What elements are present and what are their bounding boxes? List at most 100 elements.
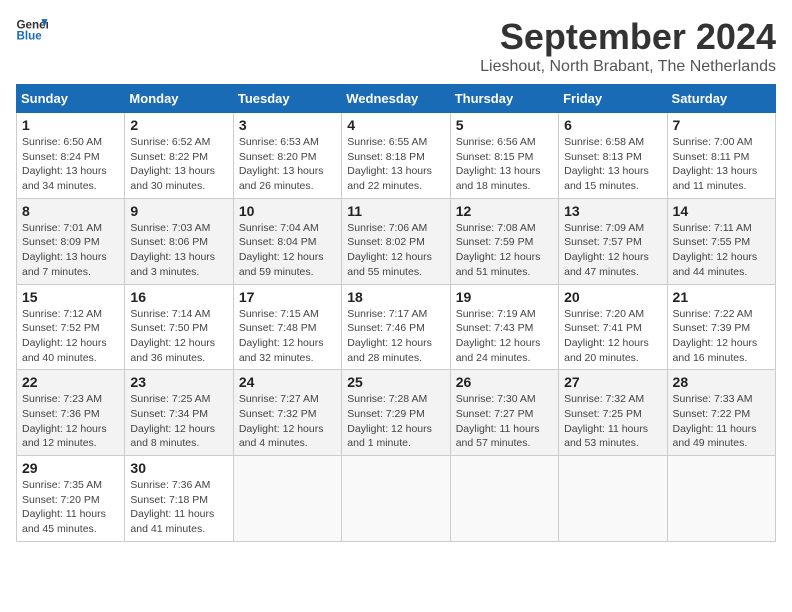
calendar-cell: 2Sunrise: 6:52 AMSunset: 8:22 PMDaylight…	[125, 113, 233, 199]
day-info: Sunrise: 7:08 AMSunset: 7:59 PMDaylight:…	[456, 221, 553, 280]
calendar-cell: 29Sunrise: 7:35 AMSunset: 7:20 PMDayligh…	[17, 456, 125, 542]
logo: General Blue	[16, 16, 48, 44]
day-number: 20	[564, 289, 661, 305]
day-number: 12	[456, 203, 553, 219]
day-number: 9	[130, 203, 227, 219]
svg-text:Blue: Blue	[16, 29, 42, 42]
day-info: Sunrise: 7:36 AMSunset: 7:18 PMDaylight:…	[130, 478, 227, 537]
day-number: 10	[239, 203, 336, 219]
calendar-cell: 18 Sunrise: 7:17 AMSunset: 7:46 PMDayligh…	[342, 284, 450, 370]
calendar-week-1: 1 Sunrise: 6:50 AMSunset: 8:24 PMDaylight…	[17, 113, 776, 199]
logo-icon: General Blue	[16, 16, 48, 44]
day-number: 25	[347, 374, 444, 390]
calendar-cell: 12 Sunrise: 7:08 AMSunset: 7:59 PMDayligh…	[450, 198, 558, 284]
day-info: Sunrise: 6:53 AMSunset: 8:20 PMDaylight:…	[239, 135, 336, 194]
location-title: Lieshout, North Brabant, The Netherlands	[480, 58, 776, 76]
day-number: 26	[456, 374, 553, 390]
day-info: Sunrise: 7:06 AMSunset: 8:02 PMDaylight:…	[347, 221, 444, 280]
calendar-cell	[667, 456, 775, 542]
day-number: 8	[22, 203, 119, 219]
day-number: 29	[22, 460, 119, 476]
day-number: 1	[22, 117, 119, 133]
weekday-header-thursday: Thursday	[450, 85, 558, 113]
day-number: 2	[130, 117, 227, 133]
calendar-cell: 6 Sunrise: 6:58 AMSunset: 8:13 PMDaylight…	[559, 113, 667, 199]
weekday-header-sunday: Sunday	[17, 85, 125, 113]
calendar-cell: 11 Sunrise: 7:06 AMSunset: 8:02 PMDayligh…	[342, 198, 450, 284]
day-info: Sunrise: 6:58 AMSunset: 8:13 PMDaylight:…	[564, 135, 661, 194]
calendar-cell: 10 Sunrise: 7:04 AMSunset: 8:04 PMDayligh…	[233, 198, 341, 284]
day-info: Sunrise: 7:00 AMSunset: 8:11 PMDaylight:…	[673, 135, 770, 194]
calendar-cell	[342, 456, 450, 542]
calendar-cell: 16Sunrise: 7:14 AMSunset: 7:50 PMDayligh…	[125, 284, 233, 370]
day-number: 18	[347, 289, 444, 305]
calendar-cell	[559, 456, 667, 542]
day-info: Sunrise: 7:03 AMSunset: 8:06 PMDaylight:…	[130, 221, 227, 280]
day-info: Sunrise: 7:27 AMSunset: 7:32 PMDaylight:…	[239, 392, 336, 451]
calendar-cell: 7Sunrise: 7:00 AMSunset: 8:11 PMDaylight…	[667, 113, 775, 199]
day-number: 19	[456, 289, 553, 305]
day-info: Sunrise: 7:25 AMSunset: 7:34 PMDaylight:…	[130, 392, 227, 451]
day-number: 28	[673, 374, 770, 390]
calendar-cell: 24 Sunrise: 7:27 AMSunset: 7:32 PMDayligh…	[233, 370, 341, 456]
calendar-cell: 19 Sunrise: 7:19 AMSunset: 7:43 PMDayligh…	[450, 284, 558, 370]
calendar-cell: 17 Sunrise: 7:15 AMSunset: 7:48 PMDayligh…	[233, 284, 341, 370]
calendar-cell: 9 Sunrise: 7:03 AMSunset: 8:06 PMDaylight…	[125, 198, 233, 284]
day-info: Sunrise: 7:20 AMSunset: 7:41 PMDaylight:…	[564, 307, 661, 366]
calendar-cell	[233, 456, 341, 542]
day-number: 6	[564, 117, 661, 133]
day-number: 3	[239, 117, 336, 133]
day-number: 15	[22, 289, 119, 305]
calendar-cell: 30 Sunrise: 7:36 AMSunset: 7:18 PMDayligh…	[125, 456, 233, 542]
day-number: 5	[456, 117, 553, 133]
calendar-week-4: 22Sunrise: 7:23 AMSunset: 7:36 PMDayligh…	[17, 370, 776, 456]
calendar-cell: 26 Sunrise: 7:30 AMSunset: 7:27 PMDayligh…	[450, 370, 558, 456]
day-number: 16	[130, 289, 227, 305]
calendar-cell: 5 Sunrise: 6:56 AMSunset: 8:15 PMDaylight…	[450, 113, 558, 199]
calendar-cell: 20 Sunrise: 7:20 AMSunset: 7:41 PMDayligh…	[559, 284, 667, 370]
calendar-cell: 27 Sunrise: 7:32 AMSunset: 7:25 PMDayligh…	[559, 370, 667, 456]
calendar-cell: 23Sunrise: 7:25 AMSunset: 7:34 PMDayligh…	[125, 370, 233, 456]
calendar-cell: 22Sunrise: 7:23 AMSunset: 7:36 PMDayligh…	[17, 370, 125, 456]
day-info: Sunrise: 6:55 AMSunset: 8:18 PMDaylight:…	[347, 135, 444, 194]
day-info: Sunrise: 6:56 AMSunset: 8:15 PMDaylight:…	[456, 135, 553, 194]
calendar-week-3: 15 Sunrise: 7:12 AMSunset: 7:52 PMDayligh…	[17, 284, 776, 370]
day-number: 14	[673, 203, 770, 219]
day-info: Sunrise: 7:32 AMSunset: 7:25 PMDaylight:…	[564, 392, 661, 451]
calendar-cell: 25 Sunrise: 7:28 AMSunset: 7:29 PMDayligh…	[342, 370, 450, 456]
day-info: Sunrise: 7:09 AMSunset: 7:57 PMDaylight:…	[564, 221, 661, 280]
calendar-cell: 4 Sunrise: 6:55 AMSunset: 8:18 PMDaylight…	[342, 113, 450, 199]
weekday-header-friday: Friday	[559, 85, 667, 113]
day-info: Sunrise: 7:12 AMSunset: 7:52 PMDaylight:…	[22, 307, 119, 366]
day-info: Sunrise: 7:04 AMSunset: 8:04 PMDaylight:…	[239, 221, 336, 280]
day-info: Sunrise: 7:11 AMSunset: 7:55 PMDaylight:…	[673, 221, 770, 280]
day-number: 13	[564, 203, 661, 219]
day-info: Sunrise: 6:50 AMSunset: 8:24 PMDaylight:…	[22, 135, 119, 194]
day-number: 4	[347, 117, 444, 133]
day-info: Sunrise: 7:15 AMSunset: 7:48 PMDaylight:…	[239, 307, 336, 366]
day-info: Sunrise: 7:22 AMSunset: 7:39 PMDaylight:…	[673, 307, 770, 366]
calendar-week-5: 29Sunrise: 7:35 AMSunset: 7:20 PMDayligh…	[17, 456, 776, 542]
day-number: 21	[673, 289, 770, 305]
day-info: Sunrise: 7:19 AMSunset: 7:43 PMDaylight:…	[456, 307, 553, 366]
day-info: Sunrise: 7:30 AMSunset: 7:27 PMDaylight:…	[456, 392, 553, 451]
day-number: 30	[130, 460, 227, 476]
calendar-cell: 28 Sunrise: 7:33 AMSunset: 7:22 PMDayligh…	[667, 370, 775, 456]
header: General Blue September 2024 Lieshout, No…	[16, 16, 776, 76]
day-info: Sunrise: 7:17 AMSunset: 7:46 PMDaylight:…	[347, 307, 444, 366]
calendar-cell: 1 Sunrise: 6:50 AMSunset: 8:24 PMDaylight…	[17, 113, 125, 199]
day-number: 17	[239, 289, 336, 305]
day-info: Sunrise: 7:33 AMSunset: 7:22 PMDaylight:…	[673, 392, 770, 451]
calendar-week-2: 8Sunrise: 7:01 AMSunset: 8:09 PMDaylight…	[17, 198, 776, 284]
weekday-header-tuesday: Tuesday	[233, 85, 341, 113]
weekday-header-wednesday: Wednesday	[342, 85, 450, 113]
calendar-table: SundayMondayTuesdayWednesdayThursdayFrid…	[16, 84, 776, 542]
day-number: 22	[22, 374, 119, 390]
day-number: 11	[347, 203, 444, 219]
calendar-cell: 13 Sunrise: 7:09 AMSunset: 7:57 PMDayligh…	[559, 198, 667, 284]
day-info: Sunrise: 7:28 AMSunset: 7:29 PMDaylight:…	[347, 392, 444, 451]
calendar-cell: 21 Sunrise: 7:22 AMSunset: 7:39 PMDayligh…	[667, 284, 775, 370]
calendar-body: 1 Sunrise: 6:50 AMSunset: 8:24 PMDaylight…	[17, 113, 776, 542]
day-number: 24	[239, 374, 336, 390]
day-number: 27	[564, 374, 661, 390]
